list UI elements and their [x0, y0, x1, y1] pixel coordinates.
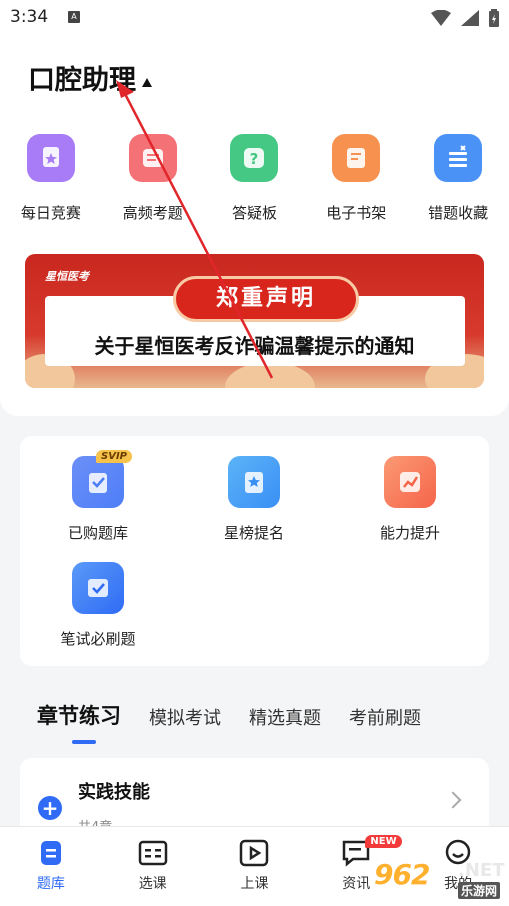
nav-label: 资讯 [342, 876, 371, 892]
system-icons [431, 9, 499, 27]
status-time: 3:34 [10, 7, 49, 27]
service-label: 已购题库 [67, 524, 128, 542]
watermark-main: 962 [374, 858, 430, 891]
nav-label: 选课 [138, 876, 167, 892]
battery-icon [489, 9, 499, 27]
wifi-icon [431, 10, 451, 26]
wrong-list-icon [434, 134, 483, 182]
sim-card-icon: A [68, 11, 80, 23]
tab-selected-real-questions[interactable]: 精选真题 [249, 704, 321, 730]
quick-actions: 每日竞赛 高频考题 ? 答疑板 电子书架 错题收藏 [0, 134, 509, 223]
banner-stamp: 郑重声明 [173, 276, 359, 322]
service-ability-boost[interactable]: 能力提升 [332, 456, 488, 543]
svg-text:?: ? [250, 150, 259, 168]
trophy-icon [26, 134, 75, 182]
book-icon [332, 134, 381, 182]
play-icon [240, 839, 269, 867]
service-label: 能力提升 [379, 524, 440, 542]
quick-action-qa-board[interactable]: ? 答疑板 [204, 134, 306, 223]
chevron-right-icon [444, 791, 462, 809]
nav-label: 题库 [36, 876, 65, 892]
quick-action-label: 每日竞赛 [20, 204, 81, 222]
service-star-list[interactable]: 星榜提名 [176, 456, 332, 543]
banner-brand-logo: 星恒医考 [45, 270, 89, 283]
service-label: 星榜提名 [223, 524, 284, 542]
service-written-exam[interactable]: 笔试必刷题 [20, 562, 176, 649]
quick-action-ebook-shelf[interactable]: 电子书架 [305, 134, 407, 223]
status-bar: 3:34 A [0, 0, 509, 36]
quick-action-wrong-collection[interactable]: 错题收藏 [407, 134, 509, 223]
nav-label: 上课 [240, 876, 269, 892]
quick-action-label: 错题收藏 [428, 204, 489, 222]
quick-action-label: 答疑板 [231, 204, 277, 222]
growth-chart-icon [384, 456, 436, 508]
watermark-suffix: .NET [458, 860, 505, 881]
tab-indicator [72, 740, 96, 744]
watermark-sub: 乐游网 [458, 882, 501, 899]
banner-notice-text: 关于星恒医考反诈骗温馨提示的通知 [94, 334, 415, 358]
tab-mock-exam[interactable]: 模拟考试 [149, 704, 221, 730]
nav-class[interactable]: 上课 [204, 827, 306, 906]
star-list-icon [228, 456, 280, 508]
top-card: 口腔助理 每日竞赛 高频考题 ? 答疑板 电子书架 错题收藏 星恒医考 郑重声明… [0, 36, 509, 416]
service-purchased-bank[interactable]: SVIP 已购题库 [20, 450, 176, 543]
quick-action-label: 电子书架 [326, 204, 387, 222]
services-card: SVIP 已购题库 星榜提名 能力提升 笔试必刷题 [20, 436, 489, 666]
chapter-title: 实践技能 [78, 782, 150, 803]
exam-selector[interactable]: 口腔助理 [28, 58, 152, 97]
service-label: 笔试必刷题 [60, 630, 136, 648]
watermark-logo: 962 .NET 乐游网 [374, 858, 504, 900]
signal-icon [461, 10, 479, 26]
svip-badge: SVIP [96, 450, 132, 463]
page-title: 口腔助理 [28, 65, 136, 96]
question-icon: ? [230, 134, 279, 182]
announcement-banner[interactable]: 星恒医考 郑重声明 关于星恒医考反诈骗温馨提示的通知 [25, 254, 484, 388]
nav-course-select[interactable]: 选课 [102, 827, 204, 906]
purchased-bank-icon: SVIP [72, 450, 132, 508]
tab-chapter-practice[interactable]: 章节练习 [37, 700, 121, 730]
quick-action-frequent-questions[interactable]: 高频考题 [102, 134, 204, 223]
tab-pre-exam-drill[interactable]: 考前刷题 [349, 704, 421, 730]
quick-action-daily-contest[interactable]: 每日竞赛 [0, 134, 102, 223]
question-bank-icon [40, 841, 61, 865]
practice-tabs: 章节练习 模拟考试 精选真题 考前刷题 [37, 700, 449, 730]
quick-action-label: 高频考题 [122, 204, 183, 222]
expand-plus-icon[interactable]: + [38, 796, 62, 820]
course-select-icon [138, 840, 167, 866]
nav-question-bank[interactable]: 题库 [0, 827, 102, 906]
new-badge: NEW [365, 835, 402, 848]
written-exam-icon [72, 562, 124, 614]
caret-up-icon [142, 78, 152, 87]
list-icon [128, 134, 177, 182]
